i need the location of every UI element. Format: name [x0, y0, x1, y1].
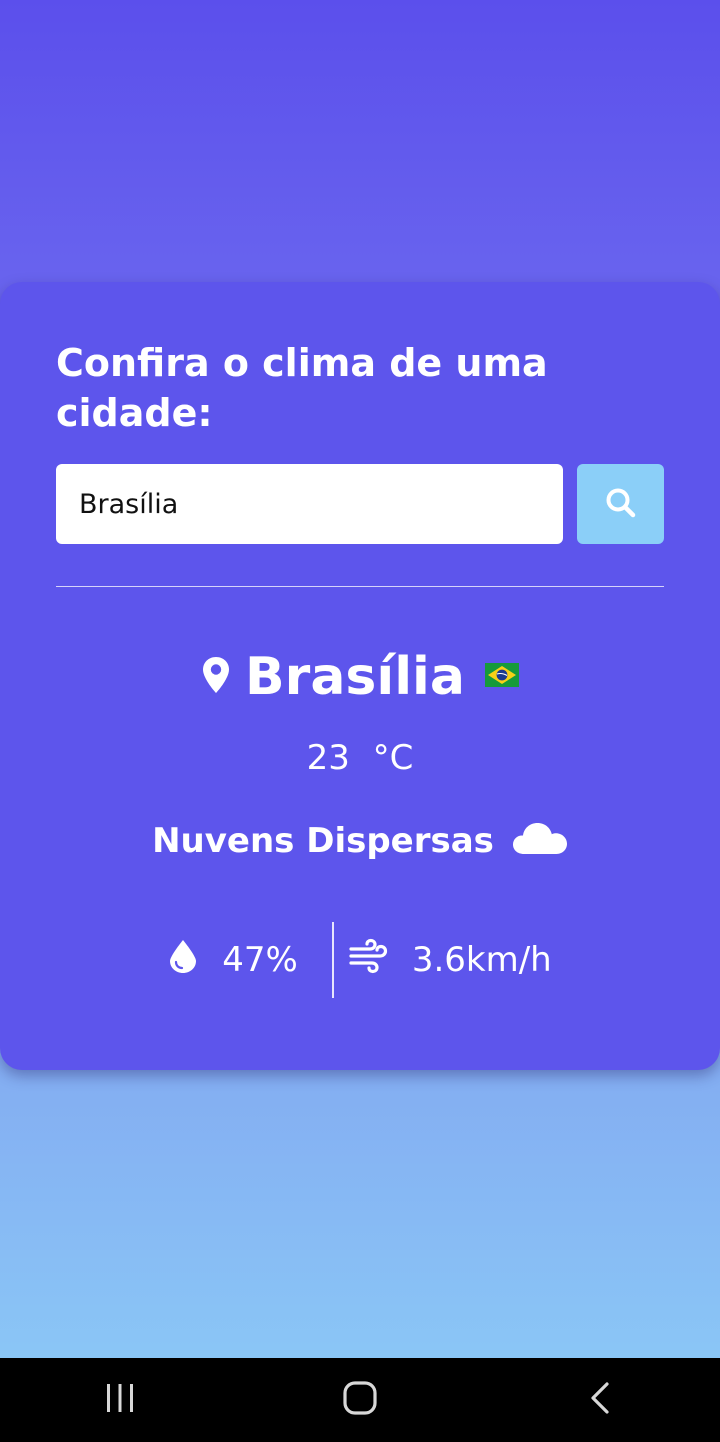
temperature: 23 °C: [0, 738, 720, 778]
droplet-icon: [168, 938, 198, 983]
brazil-flag-icon: [484, 663, 519, 691]
humidity-stat: 47%: [168, 938, 298, 983]
divider: [56, 586, 664, 587]
city-search-input[interactable]: [56, 464, 563, 544]
wind-value: 3.6km/h: [411, 940, 552, 980]
recent-apps-button[interactable]: [80, 1370, 160, 1430]
temperature-unit: °C: [372, 738, 414, 778]
wind-icon: [348, 938, 388, 983]
recent-apps-icon: [103, 1382, 137, 1418]
cloud-icon: [512, 820, 568, 862]
condition-row: Nuvens Dispersas: [0, 820, 720, 862]
humidity-value: 47%: [222, 940, 298, 980]
system-navbar: [0, 1358, 720, 1442]
wind-stat: 3.6km/h: [348, 938, 552, 983]
card-title: Confira o clima de uma cidade:: [56, 341, 548, 435]
map-pin-icon: [201, 655, 231, 699]
search-button[interactable]: [577, 464, 664, 544]
search-icon: [604, 486, 638, 523]
home-button[interactable]: [320, 1370, 400, 1430]
weather-stats: 47% 3.6km/h: [0, 922, 720, 998]
back-icon: [588, 1381, 612, 1419]
stats-separator: [331, 922, 334, 998]
city-name: Brasília: [245, 647, 465, 707]
home-icon: [342, 1380, 378, 1420]
temperature-value: 23: [306, 738, 350, 778]
location-row: Brasília: [0, 642, 720, 712]
weather-description: Nuvens Dispersas: [152, 821, 494, 861]
back-button[interactable]: [560, 1370, 640, 1430]
weather-card: Confira o clima de uma cidade: Brasília: [0, 282, 720, 1070]
